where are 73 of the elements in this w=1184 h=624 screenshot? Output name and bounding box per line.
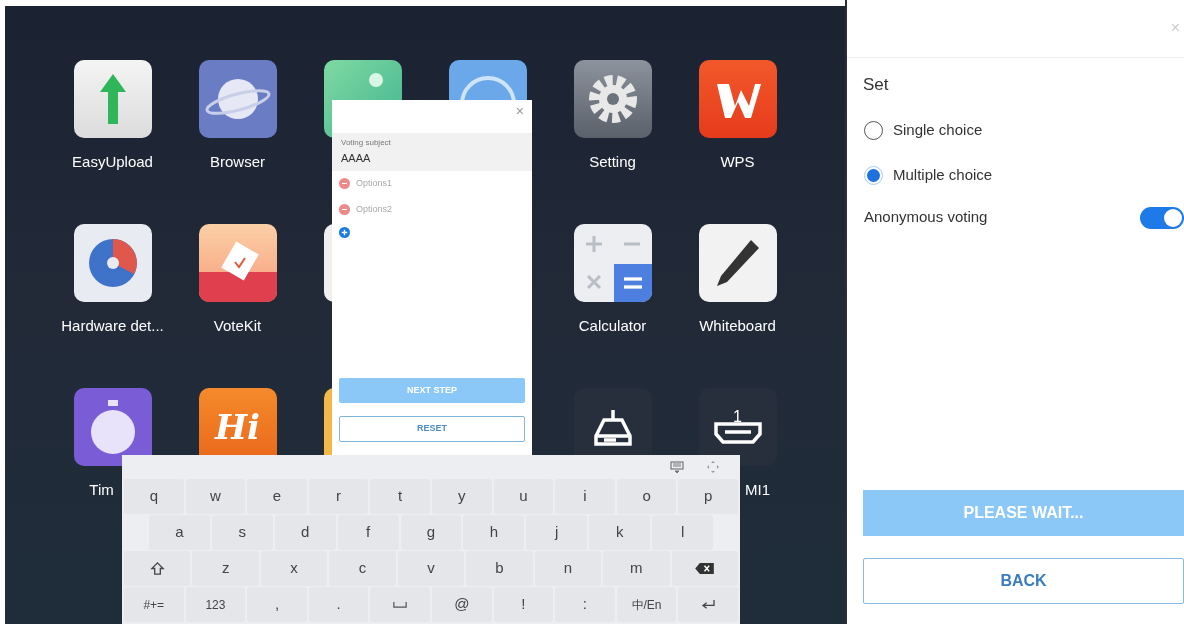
keyboard-key[interactable]: h <box>463 515 525 550</box>
back-button[interactable]: BACK <box>863 558 1184 604</box>
keyboard-key[interactable]: z <box>192 551 259 586</box>
keyboard-key[interactable]: l <box>652 515 713 550</box>
keyboard-key[interactable]: e <box>247 479 307 514</box>
reset-button[interactable]: RESET <box>339 416 525 442</box>
subject-field[interactable]: Voting subject AAAA <box>332 133 532 171</box>
app-icon[interactable] <box>573 60 652 138</box>
keyboard-key[interactable]: p <box>678 479 738 514</box>
keyboard-key[interactable]: y <box>431 479 492 514</box>
keyboard-key[interactable]: j <box>526 515 588 550</box>
keyboard-key[interactable]: x <box>260 551 328 586</box>
app-label: Tim <box>89 480 114 500</box>
app-label: MI1 <box>745 480 770 500</box>
app-icon[interactable] <box>198 60 277 138</box>
app-label: Calculator <box>578 316 647 336</box>
option-field[interactable]: Options1 <box>356 176 506 191</box>
app-label: VoteKit <box>213 316 262 336</box>
keyboard-key[interactable]: o <box>616 479 677 514</box>
keyboard-key[interactable]: f <box>337 515 399 550</box>
app-icon[interactable] <box>73 388 152 466</box>
app-icon[interactable] <box>573 224 652 302</box>
app-icon[interactable] <box>698 60 777 138</box>
app-label: Hardware det... <box>61 316 164 336</box>
keyboard-key[interactable]: @ <box>431 587 492 622</box>
app-label: EasyUpload <box>72 152 153 172</box>
keyboard-key[interactable]: n <box>534 551 602 586</box>
keyboard-key[interactable]: d <box>274 515 336 550</box>
toggle-switch[interactable] <box>1140 206 1184 229</box>
keyboard-key[interactable]: r <box>308 479 369 514</box>
keyboard-key[interactable]: q <box>124 479 184 514</box>
keyboard-key[interactable]: g <box>400 515 462 550</box>
keyboard-hide-icon[interactable] <box>670 461 684 473</box>
option-field[interactable]: Options2 <box>356 202 506 217</box>
keyboard-key[interactable]: 中/En <box>616 587 677 622</box>
keyboard-key[interactable]: w <box>185 479 246 514</box>
app-icon[interactable] <box>698 224 777 302</box>
keyboard-key[interactable]: i <box>555 479 615 514</box>
app-icon[interactable] <box>73 224 152 302</box>
keyboard-key[interactable]: , <box>247 587 307 622</box>
keyboard-key[interactable]: k <box>589 515 651 550</box>
app-label: Setting <box>589 152 636 172</box>
keyboard-key[interactable]: a <box>149 515 210 550</box>
keyboard-key[interactable]: s <box>211 515 273 550</box>
field-label: Voting subject <box>341 137 392 149</box>
keyboard-key[interactable]: m <box>603 551 670 586</box>
keyboard-key[interactable]: ! <box>493 587 554 622</box>
section-title: Set <box>863 74 890 96</box>
app-label: Browser <box>210 152 265 172</box>
keyboard-key[interactable]: t <box>370 479 430 514</box>
keyboard-key[interactable]: u <box>493 479 554 514</box>
app-label: WPS <box>720 152 755 172</box>
keyboard-key[interactable]: #+= <box>124 587 184 622</box>
keyboard-key[interactable]: : <box>555 587 615 622</box>
backspace-key[interactable] <box>671 551 738 586</box>
app-label: Whiteboard <box>699 316 776 336</box>
add-icon[interactable] <box>339 227 350 238</box>
app-icon[interactable] <box>73 60 152 138</box>
setting-label: Anonymous voting <box>864 207 988 228</box>
keyboard-key[interactable]: b <box>466 551 533 586</box>
app-icon[interactable] <box>198 224 277 302</box>
keyboard-key[interactable]: v <box>397 551 465 586</box>
choice-label: Single choice <box>893 120 983 141</box>
space-icon <box>393 601 408 608</box>
backspace-icon <box>694 562 716 575</box>
keyboard-key[interactable]: c <box>329 551 396 586</box>
keyboard-key[interactable]: . <box>308 587 369 622</box>
choice-label: Multiple choice <box>893 165 993 186</box>
subject-input[interactable]: AAAA <box>341 150 523 167</box>
app-icon[interactable]: 1 <box>698 388 777 466</box>
enter-icon <box>700 599 716 610</box>
keyboard-key[interactable]: 123 <box>185 587 246 622</box>
shift-icon <box>149 561 165 576</box>
